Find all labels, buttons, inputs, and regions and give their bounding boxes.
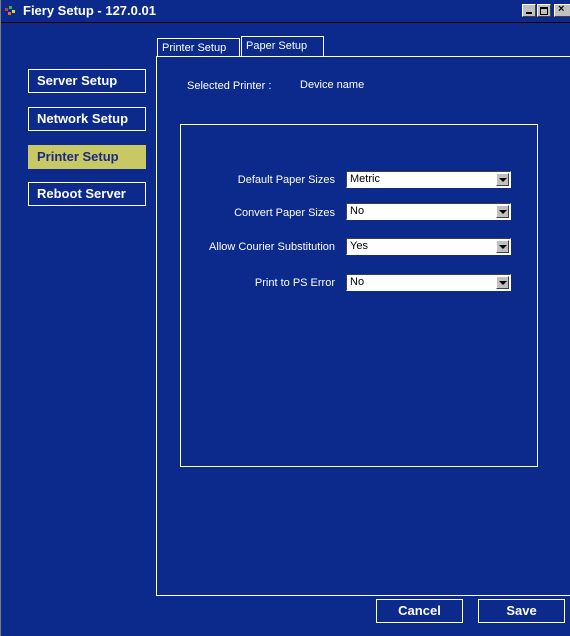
fiery-setup-window: Fiery Setup - 127.0.01 × Server Setup Ne… bbox=[0, 0, 570, 636]
tab-printer-setup[interactable]: Printer Setup bbox=[157, 38, 240, 56]
save-button[interactable]: Save bbox=[478, 599, 565, 623]
convert-paper-sizes-select[interactable]: No bbox=[346, 203, 511, 220]
title-bar[interactable]: Fiery Setup - 127.0.01 × bbox=[1, 0, 570, 23]
default-paper-sizes-select[interactable]: Metric bbox=[346, 171, 511, 188]
default-paper-sizes-value: Metric bbox=[350, 173, 380, 185]
chevron-down-icon[interactable] bbox=[496, 173, 509, 186]
maximize-button[interactable] bbox=[537, 4, 551, 17]
selected-printer-label: Selected Printer : bbox=[187, 80, 272, 92]
nav-server-setup[interactable]: Server Setup bbox=[28, 69, 146, 93]
chevron-down-icon[interactable] bbox=[496, 240, 509, 253]
close-icon: × bbox=[558, 3, 565, 15]
selected-printer-value: Device name bbox=[300, 79, 365, 91]
nav-reboot-server[interactable]: Reboot Server bbox=[28, 182, 146, 206]
chevron-down-icon[interactable] bbox=[496, 276, 509, 289]
close-button[interactable]: × bbox=[554, 3, 570, 17]
print-to-ps-error-value: No bbox=[350, 276, 365, 288]
chevron-down-icon[interactable] bbox=[496, 205, 509, 218]
cancel-button[interactable]: Cancel bbox=[376, 599, 463, 623]
nav-network-setup[interactable]: Network Setup bbox=[28, 107, 146, 131]
default-paper-sizes-label: Default Paper Sizes bbox=[237, 174, 335, 186]
allow-courier-substitution-value: Yes bbox=[350, 240, 368, 252]
convert-paper-sizes-value: No bbox=[350, 205, 365, 217]
minimize-button[interactable] bbox=[522, 4, 536, 17]
nav-printer-setup[interactable]: Printer Setup bbox=[28, 145, 146, 169]
print-to-ps-error-select[interactable]: No bbox=[346, 274, 511, 291]
fiery-logo-icon bbox=[5, 6, 15, 15]
allow-courier-substitution-select[interactable]: Yes bbox=[346, 238, 511, 255]
allow-courier-substitution-label: Allow Courier Substitution bbox=[209, 241, 335, 253]
print-to-ps-error-label: Print to PS Error bbox=[254, 277, 335, 289]
tab-paper-setup[interactable]: Paper Setup bbox=[241, 36, 324, 56]
convert-paper-sizes-label: Convert Paper Sizes bbox=[234, 207, 335, 219]
window-title: Fiery Setup - 127.0.01 bbox=[23, 3, 156, 18]
